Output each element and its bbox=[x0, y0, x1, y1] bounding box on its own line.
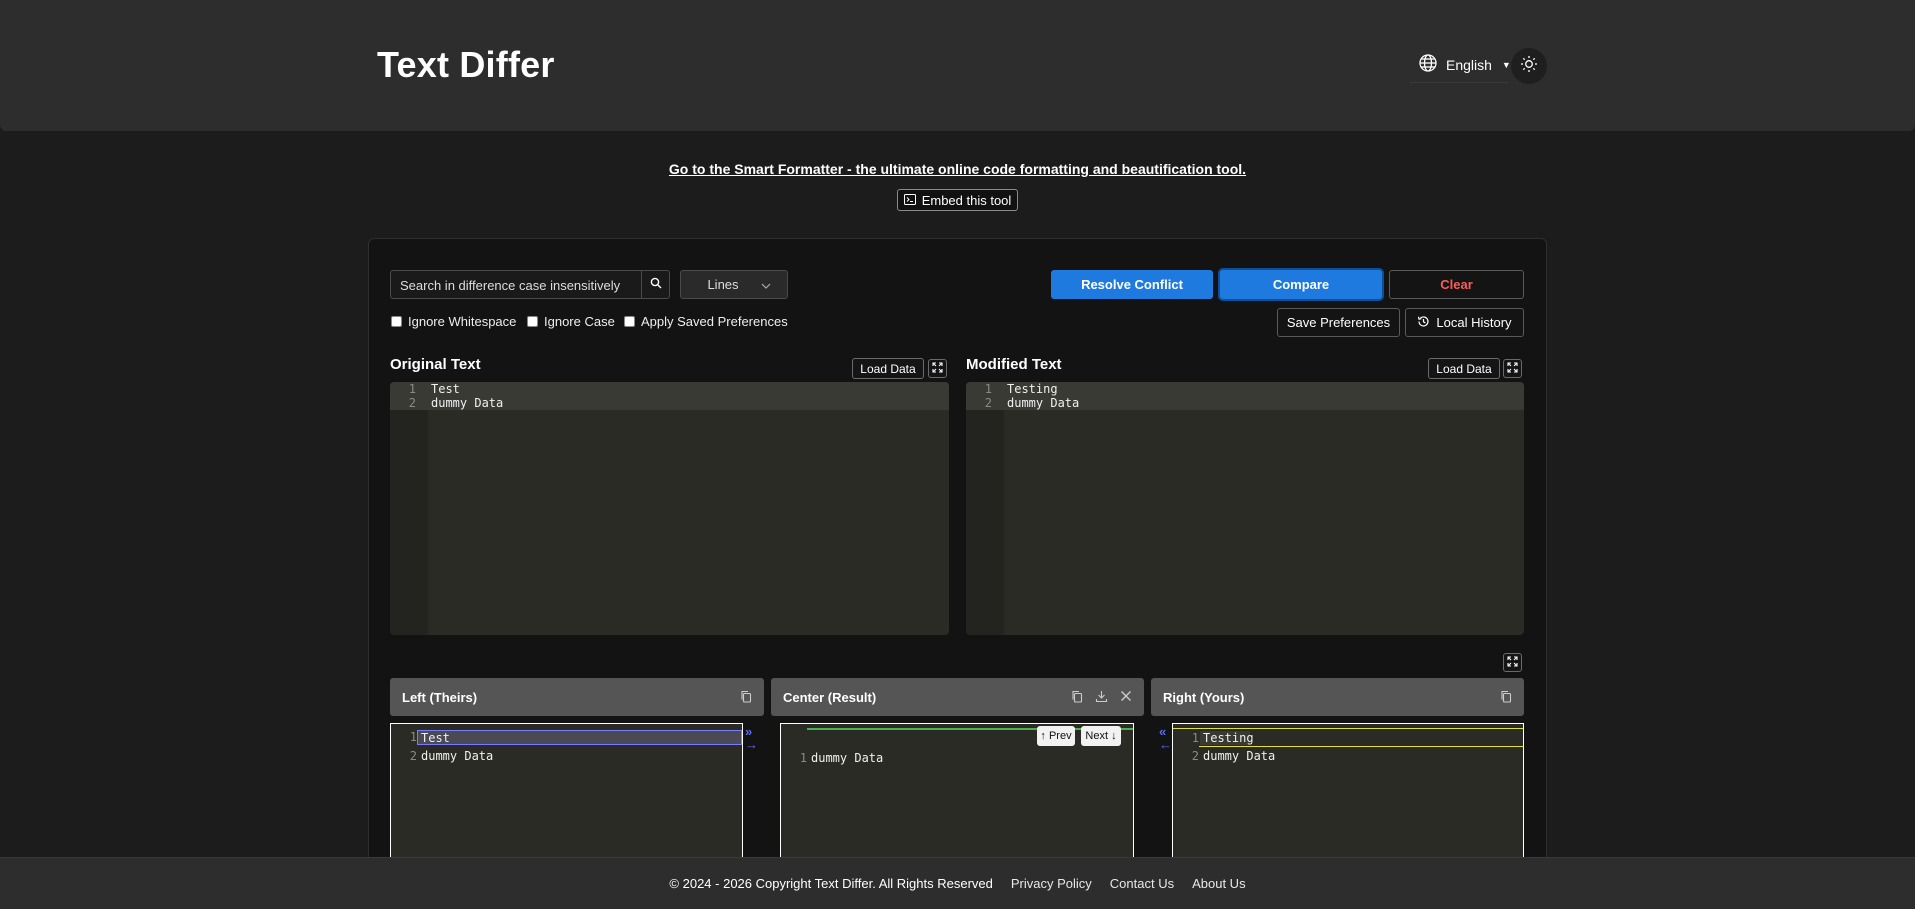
original-text-title: Original Text bbox=[390, 356, 481, 373]
copyright-text: © 2024 - 2026 Copyright Text Differ. All… bbox=[669, 876, 993, 891]
code-line: dummy Data bbox=[1007, 396, 1080, 410]
line-highlight bbox=[390, 382, 949, 396]
center-result-title: Center (Result) bbox=[783, 689, 877, 705]
line-gutter bbox=[390, 382, 428, 635]
download-icon[interactable] bbox=[1095, 690, 1108, 706]
conflict-highlight bbox=[417, 730, 742, 745]
copy-icon[interactable] bbox=[740, 690, 752, 706]
modified-text-editor[interactable]: 1 2 Testing dummy Data bbox=[966, 382, 1524, 635]
terminal-icon bbox=[903, 193, 916, 208]
close-icon[interactable] bbox=[1120, 690, 1132, 706]
conflict-marker bbox=[1173, 728, 1523, 729]
code-line: dummy Data bbox=[431, 396, 504, 410]
arrow-left-icon: ← bbox=[1159, 737, 1172, 752]
modified-text-title: Modified Text bbox=[966, 356, 1062, 373]
checkbox-label: Ignore Case bbox=[544, 314, 615, 329]
checkbox-label: Ignore Whitespace bbox=[408, 314, 517, 329]
checkbox-box[interactable] bbox=[527, 316, 538, 327]
search-button[interactable] bbox=[641, 270, 670, 299]
search-icon bbox=[650, 276, 662, 294]
modified-load-data-button[interactable]: Load Data bbox=[1428, 358, 1500, 379]
chevron-down-icon bbox=[761, 277, 771, 292]
language-selector[interactable]: English ▼ bbox=[1410, 47, 1511, 83]
code-line: dummy Data bbox=[1203, 749, 1276, 763]
code-line: dummy Data bbox=[421, 749, 494, 763]
clear-button[interactable]: Clear bbox=[1389, 270, 1524, 299]
diff-mode-value: Lines bbox=[707, 277, 739, 292]
checkbox-label: Apply Saved Preferences bbox=[641, 314, 788, 329]
diff-mode-select[interactable]: Lines bbox=[680, 270, 788, 299]
code-line: Test bbox=[421, 731, 450, 745]
modified-expand-button[interactable] bbox=[1503, 359, 1522, 378]
app-title: Text Differ bbox=[377, 44, 555, 85]
embed-button[interactable]: Embed this tool bbox=[897, 189, 1018, 211]
resolve-conflict-button[interactable]: Resolve Conflict bbox=[1051, 270, 1213, 299]
original-load-data-button[interactable]: Load Data bbox=[852, 358, 924, 379]
right-yours-title: Right (Yours) bbox=[1163, 689, 1245, 705]
next-change-button[interactable]: Next ↓ bbox=[1081, 726, 1121, 746]
prev-change-button[interactable]: ↑ Prev bbox=[1037, 726, 1075, 746]
code-line: Testing bbox=[1007, 382, 1058, 396]
ignore-case-checkbox[interactable]: Ignore Case bbox=[527, 314, 615, 329]
local-history-label: Local History bbox=[1436, 315, 1512, 330]
copy-icon[interactable] bbox=[1071, 690, 1083, 706]
code-line: Testing bbox=[1203, 731, 1254, 745]
about-us-link[interactable]: About Us bbox=[1192, 876, 1245, 891]
checkbox-box[interactable] bbox=[624, 316, 635, 327]
arrow-right-icon: → bbox=[745, 737, 758, 752]
merge-expand-button[interactable] bbox=[1503, 653, 1522, 672]
contact-us-link[interactable]: Contact Us bbox=[1110, 876, 1174, 891]
expand-icon bbox=[932, 360, 943, 378]
globe-icon bbox=[1418, 53, 1438, 76]
search-input[interactable]: Search in difference case insensitively bbox=[390, 270, 642, 299]
left-theirs-header: Left (Theirs) bbox=[390, 678, 764, 716]
conflict-marker bbox=[1199, 746, 1523, 747]
expand-icon bbox=[1507, 654, 1518, 672]
checkbox-box[interactable] bbox=[391, 316, 402, 327]
right-yours-header: Right (Yours) bbox=[1151, 678, 1524, 716]
privacy-policy-link[interactable]: Privacy Policy bbox=[1011, 876, 1092, 891]
ignore-whitespace-checkbox[interactable]: Ignore Whitespace bbox=[391, 314, 516, 329]
embed-label: Embed this tool bbox=[921, 192, 1012, 208]
page-footer: © 2024 - 2026 Copyright Text Differ. All… bbox=[0, 857, 1915, 909]
code-line: dummy Data bbox=[811, 751, 884, 765]
caret-down-icon: ▼ bbox=[1501, 59, 1511, 70]
app-header: Text Differ English ▼ bbox=[0, 0, 1915, 131]
center-result-header: Center (Result) bbox=[771, 678, 1144, 716]
expand-icon bbox=[1507, 360, 1518, 378]
language-label: English bbox=[1446, 56, 1492, 73]
code-line: Test bbox=[431, 382, 460, 396]
copy-icon[interactable] bbox=[1500, 690, 1512, 706]
theme-toggle-button[interactable] bbox=[1511, 48, 1547, 84]
smart-formatter-link[interactable]: Go to the Smart Formatter - the ultimate… bbox=[0, 161, 1915, 177]
original-expand-button[interactable] bbox=[928, 359, 947, 378]
sun-icon bbox=[1520, 55, 1538, 78]
history-icon bbox=[1417, 315, 1430, 331]
original-text-editor[interactable]: 1 2 Test dummy Data bbox=[390, 382, 949, 635]
save-preferences-button[interactable]: Save Preferences bbox=[1277, 308, 1400, 337]
apply-saved-preferences-checkbox[interactable]: Apply Saved Preferences bbox=[624, 314, 788, 329]
line-gutter bbox=[966, 382, 1004, 635]
local-history-button[interactable]: Local History bbox=[1405, 308, 1524, 337]
compare-button[interactable]: Compare bbox=[1220, 270, 1382, 299]
left-theirs-title: Left (Theirs) bbox=[402, 689, 478, 705]
